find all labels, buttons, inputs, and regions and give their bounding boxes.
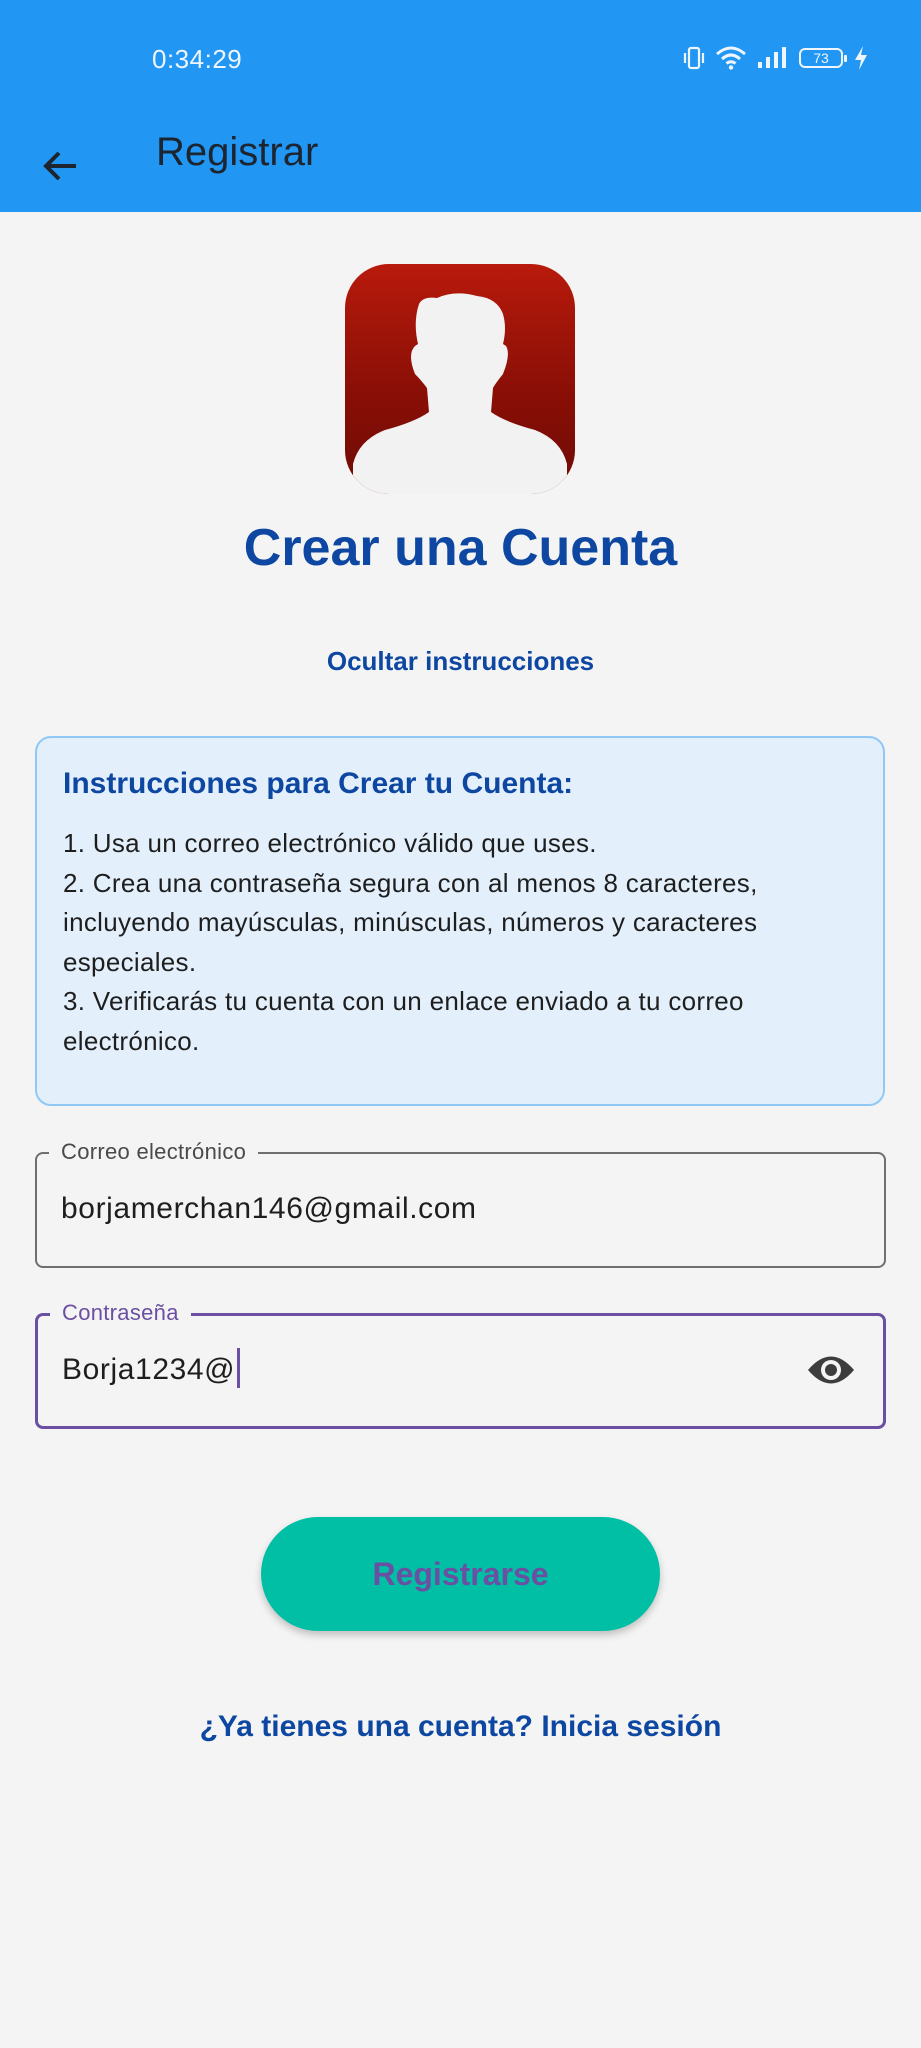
app-bar <box>0 120 921 212</box>
status-time: 0:34:29 <box>152 44 243 74</box>
instructions-title: Instrucciones para Crear tu Cuenta: <box>63 767 574 800</box>
status-bar: 0:34:29 73 <box>0 0 921 120</box>
instructions-line: 3. Verificarás tu cuenta con un enlace e… <box>63 986 744 1016</box>
email-field-label: Correo electrónico <box>49 1136 259 1168</box>
password-field-label: Contraseña <box>50 1297 191 1329</box>
vibrate-icon <box>683 46 705 70</box>
login-link[interactable]: ¿Ya tienes una cuenta? Inicia sesión <box>0 1706 921 1748</box>
wifi-icon <box>715 46 747 70</box>
appbar-title: Registrar <box>156 130 319 174</box>
battery-level: 73 <box>813 50 829 66</box>
instructions-line: 2. Crea una contraseña segura con al men… <box>63 867 758 898</box>
password-field-value-wrap[interactable]: Borja1234@ <box>62 1348 241 1391</box>
instructions-line: especiales. <box>63 946 197 977</box>
register-button[interactable]: Registrarse <box>261 1517 660 1631</box>
eye-icon <box>806 1353 856 1392</box>
back-button[interactable] <box>30 138 90 198</box>
status-icons: 73 <box>683 46 869 70</box>
instructions-line: electrónico. <box>63 1025 200 1056</box>
charging-bolt-icon <box>853 46 869 70</box>
page-title: Crear una Cuenta <box>243 519 678 577</box>
email-field-value[interactable]: borjamerchan146@gmail.com <box>61 1188 477 1230</box>
app-logo <box>345 264 575 494</box>
email-field[interactable]: Correo electrónico borjamerchan146@gmail… <box>35 1136 886 1268</box>
instructions-line: incluyendo mayúsculas, minúsculas, númer… <box>63 907 758 937</box>
toggle-password-visibility-button[interactable] <box>801 1342 861 1402</box>
password-field[interactable]: Contraseña Borja1234@ <box>35 1297 886 1429</box>
toggle-instructions-button[interactable]: Ocultar instrucciones <box>0 642 921 680</box>
text-cursor <box>237 1348 241 1389</box>
user-silhouette-icon <box>353 293 567 494</box>
back-arrow-icon <box>40 146 80 191</box>
password-field-value[interactable]: Borja1234@ <box>62 1353 235 1386</box>
signal-icon <box>757 46 789 70</box>
instructions-line: 1. Usa un correo electrónico válido que … <box>63 828 597 858</box>
instructions-panel: Instrucciones para Crear tu Cuenta: 1. U… <box>35 736 885 1106</box>
battery-icon: 73 <box>799 48 847 68</box>
